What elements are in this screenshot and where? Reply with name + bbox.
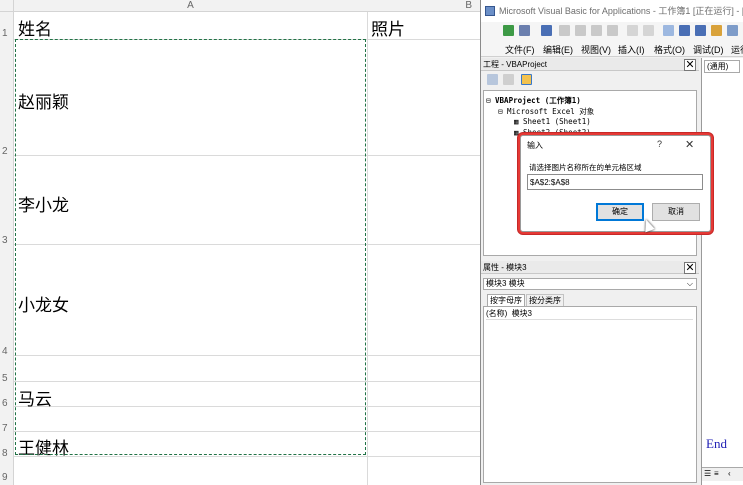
- reset-icon[interactable]: [695, 25, 706, 36]
- row-header-9[interactable]: 9: [0, 472, 14, 483]
- row-header-8[interactable]: 8: [0, 448, 14, 459]
- row-header-1[interactable]: 1: [0, 28, 14, 39]
- project-panel-close-icon[interactable]: ✕: [684, 59, 696, 71]
- ok-button[interactable]: 确定: [596, 203, 644, 221]
- row-header-7[interactable]: 7: [0, 423, 14, 434]
- column-header-a[interactable]: A: [14, 0, 367, 12]
- code-end-keyword: End: [706, 436, 727, 451]
- tab-categorized[interactable]: 按分类序: [526, 294, 564, 306]
- dialog-prompt: 请选择图片名称所在的单元格区域: [529, 163, 642, 172]
- row-header-3[interactable]: 3: [0, 235, 14, 246]
- insert-module-icon[interactable]: [519, 25, 530, 36]
- project-explorer-icon[interactable]: [727, 25, 738, 36]
- menu-debug[interactable]: 调试(D): [693, 43, 724, 56]
- save-icon[interactable]: [541, 25, 552, 36]
- menu-file[interactable]: 文件(F): [505, 43, 535, 56]
- range-input[interactable]: $A$2:$A$8: [527, 174, 703, 190]
- undo-icon[interactable]: [627, 25, 638, 36]
- row-header-4[interactable]: 4: [0, 346, 14, 357]
- copy-icon[interactable]: [575, 25, 586, 36]
- chevron-down-icon: ⌵: [686, 279, 693, 288]
- tree-node-sheet1[interactable]: ▦ Sheet1 (Sheet1): [514, 117, 591, 126]
- code-object-dropdown[interactable]: (通用): [704, 60, 740, 73]
- vbe-title-bar[interactable]: Microsoft Visual Basic for Applications …: [481, 0, 743, 22]
- input-dialog: 输入 ? ✕ 请选择图片名称所在的单元格区域 $A$2:$A$8 确定 取消: [520, 135, 711, 232]
- close-icon[interactable]: ✕: [685, 138, 694, 151]
- menu-run[interactable]: 运行: [731, 43, 743, 56]
- menu-edit[interactable]: 编辑(E): [543, 43, 573, 56]
- view-code-icon[interactable]: [487, 74, 498, 85]
- tree-node-vbaproject-label: VBAProject (工作簿1): [495, 96, 581, 105]
- cell-a1-header-name[interactable]: 姓名: [18, 15, 52, 40]
- cell-b1-header-photo[interactable]: 照片: [371, 15, 405, 40]
- vba-editor-window: Microsoft Visual Basic for Applications …: [480, 0, 743, 485]
- row-header-5[interactable]: 5: [0, 373, 14, 384]
- property-name-value: 模块3: [511, 309, 533, 318]
- select-all-corner[interactable]: [0, 0, 14, 12]
- tree-node-excel-objects-label: Microsoft Excel 对象: [507, 107, 595, 116]
- procedure-view-icon[interactable]: ☰: [704, 469, 711, 478]
- view-object-icon[interactable]: [503, 74, 514, 85]
- project-panel-title: 工程 - VBAProject: [481, 58, 699, 71]
- properties-panel-title: 属性 - 模块3: [481, 261, 699, 274]
- design-mode-icon[interactable]: [711, 25, 722, 36]
- run-icon[interactable]: [663, 25, 674, 36]
- scroll-left-icon[interactable]: ‹: [728, 469, 731, 478]
- menu-insert[interactable]: 插入(I): [618, 43, 645, 56]
- column-header-b[interactable]: B: [367, 0, 480, 12]
- paste-icon[interactable]: [591, 25, 602, 36]
- menu-format[interactable]: 格式(O): [654, 43, 685, 56]
- excel-sheet: A B 1 2 3 4 5 6 7 8 9 姓名 照片 赵丽颖 李小龙 小龙女 …: [0, 0, 480, 485]
- cancel-button[interactable]: 取消: [652, 203, 700, 221]
- properties-object-dropdown[interactable]: 模块3 模块 ⌵: [483, 278, 697, 290]
- row-divider: [14, 456, 480, 457]
- vbe-menubar: 文件(F) 编辑(E) 视图(V) 插入(I) 格式(O) 调试(D) 运行: [481, 40, 743, 57]
- properties-object-label: 模块3 模块: [486, 279, 525, 288]
- dialog-title: 输入: [527, 141, 543, 150]
- copy-selection-marquee: [15, 39, 366, 455]
- find-icon[interactable]: [607, 25, 618, 36]
- properties-grid: (名称) 模块3: [483, 306, 697, 483]
- vbe-title-text: Microsoft Visual Basic for Applications …: [499, 6, 743, 16]
- row-header-2[interactable]: 2: [0, 146, 14, 157]
- toggle-folders-icon[interactable]: [521, 74, 532, 85]
- row-header-6[interactable]: 6: [0, 398, 14, 409]
- help-icon[interactable]: ?: [657, 139, 662, 149]
- code-window-bottom-bar: ☰ ≡ ‹: [702, 467, 743, 481]
- project-panel-toolbar: [483, 72, 697, 87]
- tree-node-excel-objects[interactable]: ⊟ Microsoft Excel 对象: [498, 106, 594, 117]
- tree-node-sheet1-label: Sheet1 (Sheet1): [523, 117, 591, 126]
- full-module-view-icon[interactable]: ≡: [714, 469, 719, 478]
- redo-icon[interactable]: [643, 25, 654, 36]
- tree-node-vbaproject[interactable]: ⊟ VBAProject (工作簿1): [486, 95, 581, 106]
- row-header-gutter: [0, 12, 14, 485]
- code-window[interactable]: (通用) End ☰ ≡ ‹: [701, 58, 743, 485]
- cut-icon[interactable]: [559, 25, 570, 36]
- column-divider: [367, 12, 368, 485]
- property-name-label: (名称): [486, 309, 508, 318]
- vbe-toolbar: [481, 22, 743, 40]
- menu-view[interactable]: 视图(V): [581, 43, 611, 56]
- properties-panel-close-icon[interactable]: ✕: [684, 262, 696, 274]
- vbe-app-icon: [485, 6, 495, 16]
- property-row-name[interactable]: (名称) 模块3: [486, 308, 693, 320]
- view-excel-icon[interactable]: [503, 25, 514, 36]
- break-icon[interactable]: [679, 25, 690, 36]
- tab-alphabetic[interactable]: 按字母序: [487, 294, 525, 306]
